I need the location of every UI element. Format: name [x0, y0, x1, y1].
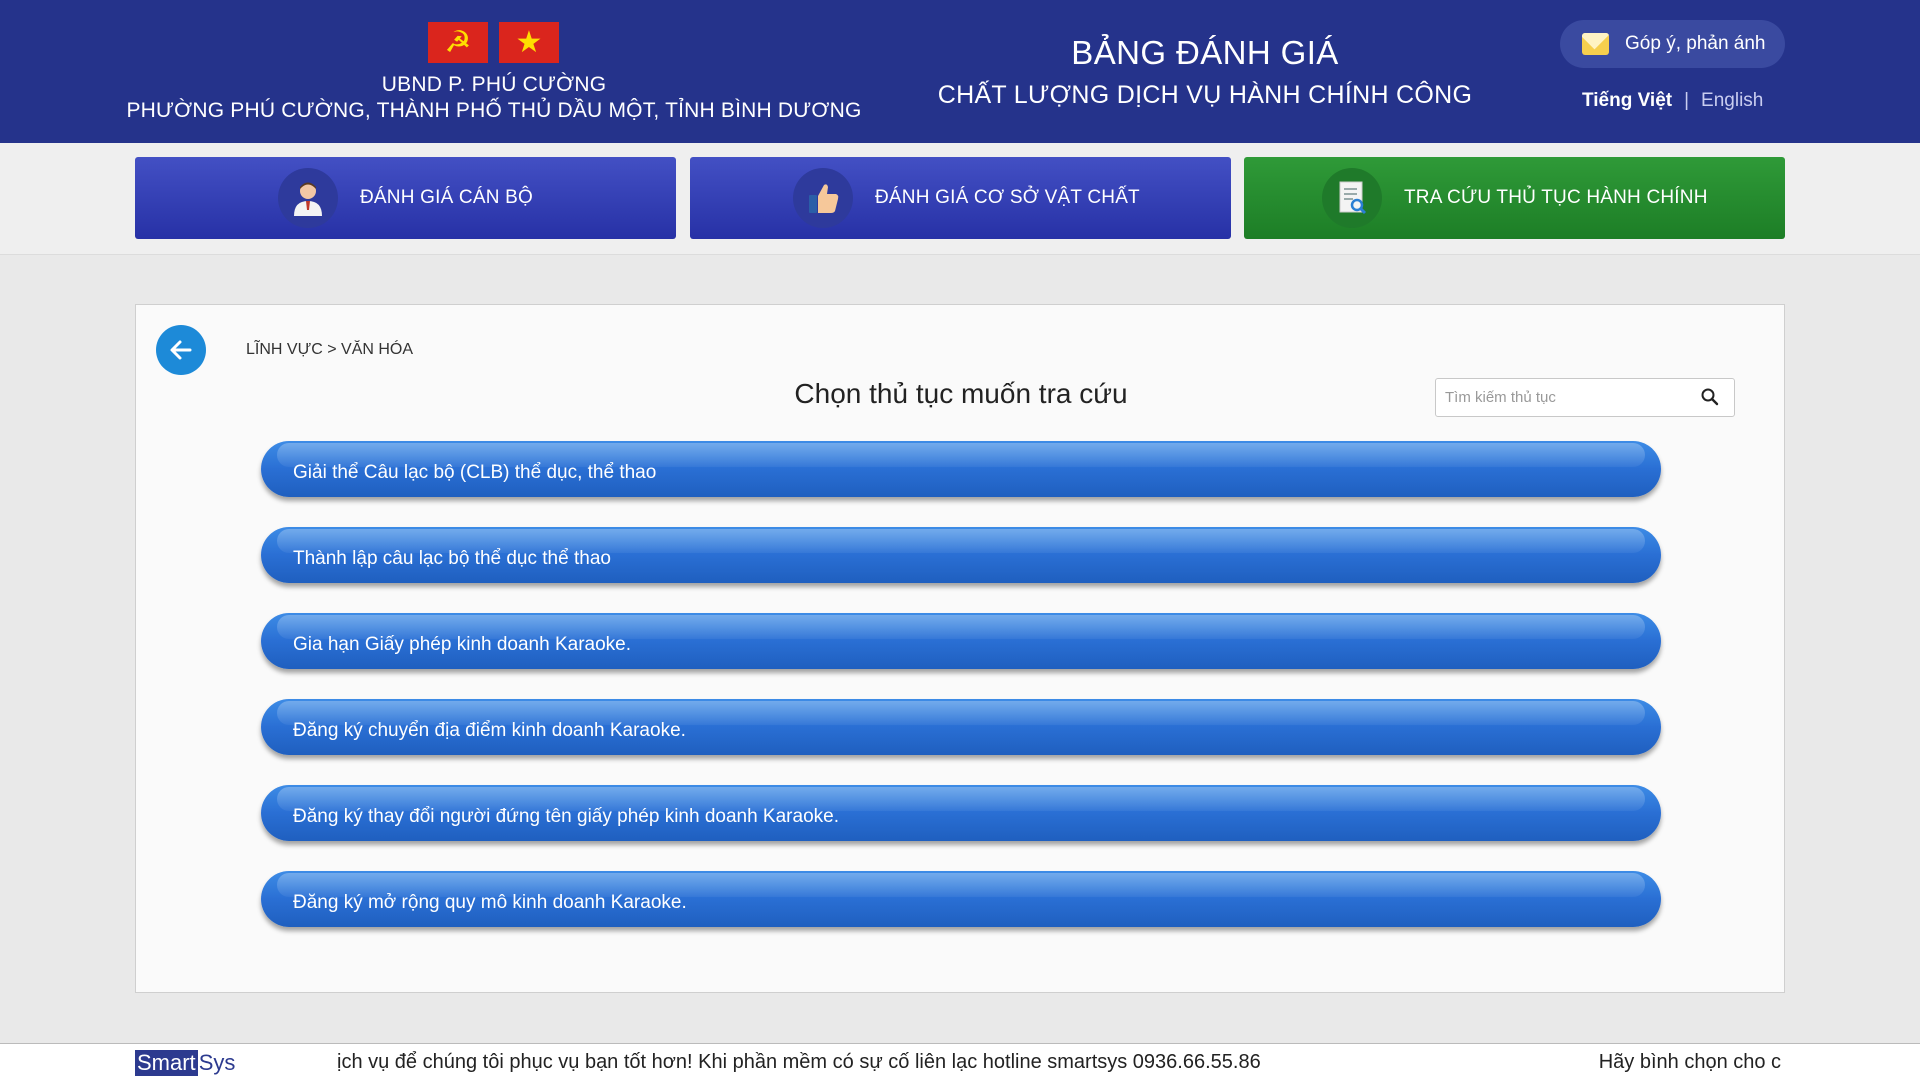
footer-ticker-bar: Smart Sys ịch vụ để chúng tôi phục vụ bạ… — [0, 1043, 1920, 1080]
envelope-icon — [1582, 33, 1609, 55]
header: ☭ ★ UBND P. PHÚ CƯỜNG PHƯỜNG PHÚ CƯỜNG, … — [0, 0, 1920, 143]
smartsys-logo: Smart Sys — [135, 1050, 235, 1076]
logo-smart: Smart — [135, 1050, 198, 1076]
search-icon[interactable] — [1700, 387, 1720, 407]
procedure-label: Đăng ký mở rộng quy mô kinh doanh Karaok… — [293, 892, 687, 913]
procedure-panel: LĨNH VỰC > VĂN HÓA Chọn thủ tục muốn tra… — [135, 304, 1785, 993]
org-name: UBND P. PHÚ CƯỜNG — [381, 73, 607, 96]
officer-icon — [278, 168, 338, 228]
logo-sys: Sys — [198, 1050, 236, 1075]
breadcrumb: LĨNH VỰC > VĂN HÓA — [246, 341, 414, 358]
ticker-text: ịch vụ để chúng tôi phục vụ bạn tốt hơn!… — [337, 1051, 1261, 1073]
procedure-label: Đăng ký chuyển địa điểm kinh doanh Karao… — [293, 720, 686, 741]
arrow-left-icon — [170, 340, 192, 360]
org-address: PHƯỜNG PHÚ CƯỜNG, THÀNH PHỐ THỦ DẦU MỘT,… — [126, 99, 862, 122]
nav-label: ĐÁNH GIÁ CÁN BỘ — [360, 187, 533, 208]
nav-evaluate-staff-button[interactable]: ĐÁNH GIÁ CÁN BỘ — [135, 157, 676, 239]
app-subtitle: CHẤT LƯỢNG DỊCH VỤ HÀNH CHÍNH CÔNG — [937, 81, 1473, 109]
flags: ☭ ★ — [428, 22, 559, 63]
vietnam-flag-icon: ★ — [499, 22, 559, 63]
ticker-track: ịch vụ để chúng tôi phục vụ bạn tốt hơn!… — [337, 1051, 1781, 1074]
procedure-item[interactable]: Gia hạn Giấy phép kinh doanh Karaoke. — [261, 613, 1661, 669]
procedure-label: Thành lập câu lạc bộ thể dục thể thao — [293, 548, 611, 569]
thumbs-up-icon — [793, 168, 853, 228]
language-switcher: Tiếng Việt | English — [1582, 90, 1763, 112]
app-title: BẢNG ĐÁNH GIÁ — [1071, 34, 1339, 71]
ticker-text-next: Hãy bình chọn cho c — [1598, 1051, 1782, 1073]
procedure-item[interactable]: Đăng ký thay đổi người đứng tên giấy phé… — [261, 785, 1661, 841]
feedback-label: Góp ý, phản ánh — [1625, 33, 1766, 54]
lang-vietnamese[interactable]: Tiếng Việt — [1582, 90, 1672, 112]
procedure-label: Gia hạn Giấy phép kinh doanh Karaoke. — [293, 634, 632, 655]
document-search-icon — [1322, 168, 1382, 228]
lang-separator: | — [1684, 90, 1690, 111]
party-flag-icon: ☭ — [428, 22, 488, 63]
procedure-item[interactable]: Thành lập câu lạc bộ thể dục thể thao — [261, 527, 1661, 583]
procedure-item[interactable]: Giải thể Câu lạc bộ (CLB) thể dục, thể t… — [261, 441, 1661, 497]
procedure-item[interactable]: Đăng ký chuyển địa điểm kinh doanh Karao… — [261, 699, 1661, 755]
back-button[interactable] — [156, 325, 206, 375]
procedure-label: Giải thể Câu lạc bộ (CLB) thể dục, thể t… — [293, 462, 657, 483]
nav-label: TRA CỨU THỦ TỤC HÀNH CHÍNH — [1404, 187, 1708, 208]
feedback-button[interactable]: Góp ý, phản ánh — [1560, 20, 1785, 68]
procedure-item[interactable]: Đăng ký mở rộng quy mô kinh doanh Karaok… — [261, 871, 1661, 927]
nav-label: ĐÁNH GIÁ CƠ SỞ VẬT CHẤT — [875, 187, 1140, 208]
ticker: ịch vụ để chúng tôi phục vụ bạn tốt hơn!… — [337, 1044, 1787, 1080]
lang-english[interactable]: English — [1701, 90, 1763, 112]
nav-evaluate-facilities-button[interactable]: ĐÁNH GIÁ CƠ SỞ VẬT CHẤT — [690, 157, 1231, 239]
search-box — [1435, 378, 1735, 417]
nav-procedure-lookup-button[interactable]: TRA CỨU THỦ TỤC HÀNH CHÍNH — [1244, 157, 1785, 239]
search-input[interactable] — [1436, 379, 1686, 416]
procedure-label: Đăng ký thay đổi người đứng tên giấy phé… — [293, 806, 839, 827]
